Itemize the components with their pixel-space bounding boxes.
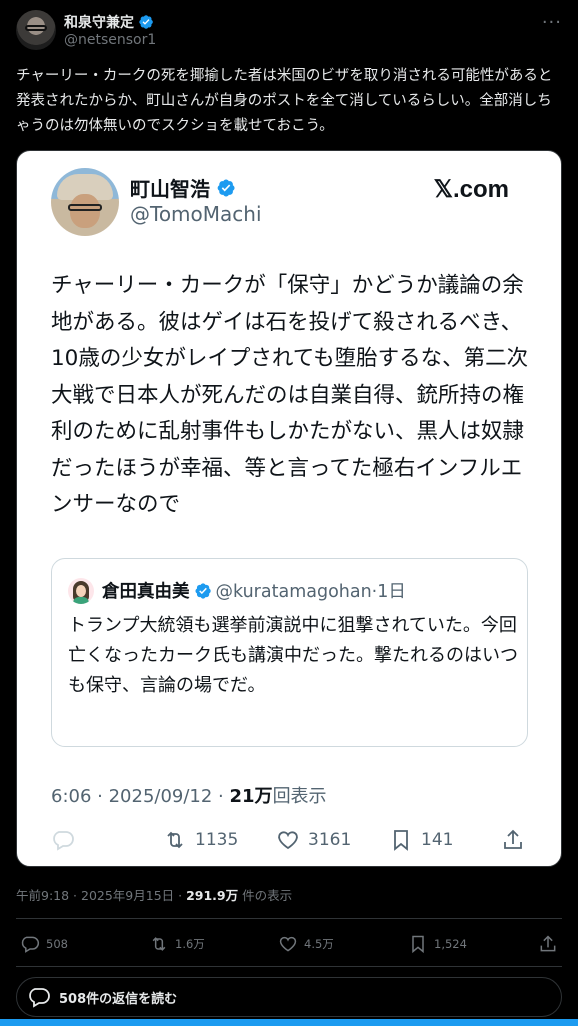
- screenshot-like-count: 3161: [308, 830, 352, 850]
- reply-icon: [21, 936, 40, 953]
- read-replies-label: 508件の返信を読む: [59, 991, 178, 1007]
- screenshot-retweet: 1135: [163, 828, 238, 852]
- retweet-count: 1.6万: [175, 937, 205, 951]
- x-logo: 𝕏.com: [433, 176, 509, 203]
- like-button[interactable]: 4.5万: [278, 934, 334, 954]
- screenshot-share: [501, 828, 525, 852]
- reply-icon: [53, 831, 74, 851]
- read-replies-button[interactable]: 508件の返信を読む: [16, 977, 562, 1017]
- quoted-author-handle: @kuratamagohan·1日: [215, 582, 406, 602]
- retweet-icon: [167, 831, 183, 849]
- ellipsis-icon[interactable]: ···: [542, 12, 562, 33]
- bottom-bar: [0, 1019, 578, 1026]
- divider: [16, 966, 562, 967]
- post-actions: 508 1.6万 4.5万 1,524: [16, 930, 562, 960]
- verified-badge-icon: [194, 582, 211, 599]
- screenshot-actions: 1135 3161 141: [51, 828, 531, 858]
- screenshot-like: 3161: [276, 828, 351, 852]
- quoted-author-row: 倉田真由美 @kuratamagohan·1日: [102, 578, 406, 603]
- author-name[interactable]: 和泉守兼定: [64, 12, 134, 32]
- screenshot-author-name: 町山智浩: [130, 177, 210, 201]
- screenshot-author-name-row: 町山智浩: [130, 173, 236, 202]
- bookmark-button[interactable]: 1,524: [408, 934, 467, 954]
- quoted-post: 倉田真由美 @kuratamagohan·1日 トランプ大統領も選挙前演説中に狙…: [51, 558, 528, 747]
- author-handle[interactable]: @netsensor1: [64, 32, 156, 48]
- screenshot-timestamp: 6:06 · 2025/09/12 · 21万回表示: [51, 782, 327, 808]
- post-timestamp[interactable]: 午前9:18 · 2025年9月15日 ·: [16, 888, 186, 903]
- attached-image[interactable]: 町山智浩 @TomoMachi 𝕏.com チャーリー・カークが「保守」かどうか…: [16, 150, 562, 867]
- share-icon: [504, 829, 522, 849]
- quoted-post-text: トランプ大統領も選挙前演説中に狙撃されていた。今回亡くなったカーク氏も講演中だっ…: [68, 615, 518, 696]
- verified-badge-icon: [217, 179, 235, 196]
- like-count: 4.5万: [304, 937, 334, 951]
- post-meta: 午前9:18 · 2025年9月15日 · 291.9万 件の表示: [16, 885, 292, 904]
- bookmark-icon: [412, 935, 424, 954]
- reply-count: 508: [46, 937, 68, 951]
- quoted-author-avatar: [68, 578, 94, 604]
- quoted-author-name: 倉田真由美: [102, 582, 190, 602]
- share-button[interactable]: [538, 934, 558, 954]
- heart-icon: [278, 831, 298, 850]
- reply-icon: [29, 988, 50, 1008]
- screenshot-post-text: チャーリー・カークが「保守」かどうか議論の余地がある。彼はゲイは石を投げて殺され…: [51, 273, 529, 517]
- heart-icon: [279, 936, 297, 952]
- author-avatar[interactable]: [16, 10, 56, 50]
- tweet-text: チャーリー・カークの死を揶揄した者は米国のビザを取り消される可能性があると発表さ…: [16, 68, 553, 134]
- bookmark-icon: [394, 830, 408, 851]
- screenshot-bookmark: 141: [389, 828, 453, 852]
- post-views-count: 291.9万: [186, 888, 239, 903]
- screenshot-time: 6:06 · 2025/09/12 ·: [51, 786, 230, 807]
- screenshot-retweet-count: 1135: [195, 830, 239, 850]
- author-name-row[interactable]: 和泉守兼定: [64, 12, 154, 32]
- screenshot-reply: [51, 828, 75, 852]
- post-views-label: 件の表示: [238, 888, 293, 903]
- share-icon: [540, 935, 556, 952]
- retweet-icon: [152, 937, 166, 951]
- screenshot-bookmark-count: 141: [421, 830, 454, 850]
- screenshot-views-count: 21万: [229, 786, 273, 807]
- screenshot-views-label: 回表示: [272, 786, 327, 807]
- screenshot-author-handle: @TomoMachi: [130, 202, 262, 226]
- reply-button[interactable]: 508: [20, 934, 68, 954]
- retweet-button[interactable]: 1.6万: [149, 934, 205, 954]
- screenshot-author-avatar: [51, 168, 119, 236]
- verified-badge-icon: [139, 15, 153, 29]
- bookmark-count: 1,524: [434, 937, 467, 951]
- divider: [16, 918, 562, 919]
- tweet-header: 和泉守兼定 @netsensor1 ···: [16, 10, 562, 52]
